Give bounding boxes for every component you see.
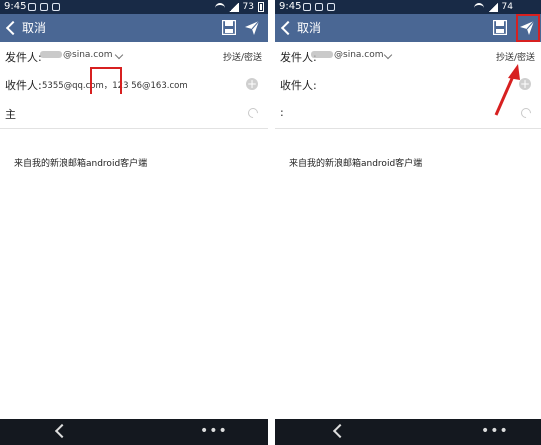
send-icon[interactable] — [244, 20, 260, 36]
left-phone-screen: 9:45 73 取消 发件人: @sina.com 抄送/密送 收件人: 535… — [0, 0, 268, 445]
highlight-box — [516, 14, 540, 42]
battery-level: 74 — [501, 2, 513, 12]
notification-icon — [315, 3, 323, 11]
divider — [268, 0, 275, 445]
from-domain: @sina.com — [334, 50, 384, 60]
subject-row[interactable]: 主 — [0, 98, 268, 129]
notification-icon — [40, 3, 48, 11]
cancel-label: 取消 — [297, 21, 322, 35]
chevron-down-icon[interactable] — [114, 50, 124, 60]
subject-label: 主 — [5, 108, 16, 121]
cancel-button[interactable]: 取消 — [4, 19, 46, 37]
cc-bcc-link[interactable]: 抄送/密送 — [496, 50, 535, 63]
to-row[interactable]: 收件人: 5355@qq.com，123 56@163.com + — [0, 70, 268, 99]
to-label: 收件人: — [280, 79, 317, 92]
subject-row[interactable]: : — [275, 98, 541, 129]
chevron-left-icon — [280, 20, 296, 36]
from-label: 发件人: — [5, 51, 42, 64]
subject-label: : — [280, 106, 284, 119]
more-icon[interactable]: ••• — [481, 423, 509, 439]
signal-icon — [228, 2, 239, 12]
from-row[interactable]: 发件人: @sina.com 抄送/密送 — [275, 42, 541, 71]
status-bar: 9:45 74 — [275, 0, 541, 14]
save-icon[interactable] — [222, 20, 236, 35]
app-bar: 取消 — [0, 14, 268, 42]
cancel-label: 取消 — [22, 21, 47, 35]
from-address: @sina.com — [311, 50, 384, 60]
right-phone-screen: 9:45 74 取消 发件人: @sina.com 抄送/密送 收件人: +:… — [275, 0, 541, 445]
from-domain: @sina.com — [63, 50, 113, 60]
to-label: 收件人: — [5, 79, 42, 92]
from-row[interactable]: 发件人: @sina.com 抄送/密送 — [0, 42, 268, 71]
email-body[interactable]: 来自我的新浪邮箱android客户端 — [14, 156, 147, 169]
chevron-left-icon — [5, 20, 21, 36]
nav-bar: ••• — [0, 419, 268, 445]
from-address: @sina.com — [40, 50, 113, 60]
status-time: 9:45 — [279, 1, 302, 12]
status-time: 9:45 — [4, 1, 27, 12]
notification-icon — [28, 3, 36, 11]
wifi-icon — [473, 3, 484, 11]
cc-bcc-link[interactable]: 抄送/密送 — [223, 50, 262, 63]
notification-icon — [327, 3, 335, 11]
notification-icon — [52, 3, 60, 11]
to-row[interactable]: 收件人: + — [275, 70, 541, 99]
back-icon[interactable] — [54, 423, 70, 439]
battery-icon — [258, 2, 264, 12]
status-bar: 9:45 73 — [0, 0, 268, 14]
plus-icon[interactable]: + — [246, 78, 258, 90]
wifi-icon — [214, 3, 225, 11]
plus-icon[interactable]: + — [519, 78, 531, 90]
paperclip-icon[interactable] — [518, 105, 534, 121]
battery-level: 73 — [242, 2, 254, 12]
more-icon[interactable]: ••• — [200, 423, 228, 439]
notification-icon — [303, 3, 311, 11]
email-body[interactable]: 来自我的新浪邮箱android客户端 — [289, 156, 422, 169]
cancel-button[interactable]: 取消 — [279, 19, 321, 37]
app-bar: 取消 — [275, 14, 541, 42]
chevron-down-icon[interactable] — [383, 50, 393, 60]
redacted-text — [40, 51, 62, 58]
highlight-box — [90, 67, 122, 94]
redacted-text — [311, 51, 333, 58]
nav-bar: ••• — [275, 419, 541, 445]
paperclip-icon[interactable] — [245, 105, 261, 121]
back-icon[interactable] — [332, 423, 348, 439]
signal-icon — [487, 2, 498, 12]
save-icon[interactable] — [493, 20, 507, 35]
